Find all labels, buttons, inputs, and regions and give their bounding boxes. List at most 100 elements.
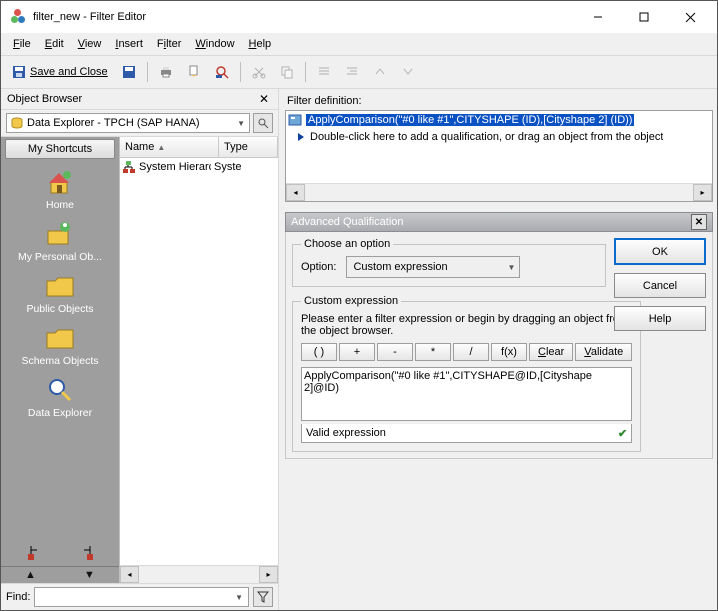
indent-icon — [317, 65, 331, 79]
app-window: filter_new - Filter Editor File Edit Vie… — [0, 0, 718, 611]
menu-help[interactable]: Help — [243, 36, 278, 52]
expression-input[interactable] — [301, 367, 632, 421]
list-hscroll[interactable]: ◂▸ — [120, 565, 278, 583]
shortcuts-scroll: ▲ ▼ — [1, 566, 119, 583]
divide-button[interactable]: / — [453, 343, 489, 361]
shortcuts-down[interactable]: ▼ — [60, 567, 119, 583]
menu-file[interactable]: File — [7, 36, 37, 52]
shortcuts-header[interactable]: My Shortcuts — [5, 139, 115, 159]
find-row: Find: ▼ — [1, 583, 278, 610]
filter-definition-box[interactable]: ApplyComparison("#0 like #1",CITYSHAPE (… — [285, 110, 713, 202]
help-button[interactable]: Help — [614, 306, 706, 331]
copy-button[interactable] — [275, 60, 299, 84]
save-button[interactable] — [117, 60, 141, 84]
close-button[interactable] — [667, 2, 713, 32]
move-up-button[interactable] — [368, 60, 392, 84]
hierarchy-icon — [122, 160, 136, 174]
copy-icon — [280, 65, 294, 79]
qualification-row-selected[interactable]: ApplyComparison("#0 like #1",CITYSHAPE (… — [286, 111, 712, 128]
sidebar-item-personal[interactable]: My Personal Ob... — [1, 219, 119, 263]
find-filter-button[interactable] — [253, 587, 273, 607]
printer-icon — [159, 65, 173, 79]
cancel-button[interactable]: Cancel — [614, 273, 706, 298]
home-icon — [43, 167, 77, 197]
sidebar-item-public[interactable]: Public Objects — [1, 271, 119, 315]
col-name[interactable]: Name▲ — [120, 137, 219, 157]
indent-left-button[interactable] — [312, 60, 336, 84]
filter-editor-panel: Filter definition: ApplyComparison("#0 l… — [279, 89, 717, 610]
menu-insert[interactable]: Insert — [109, 36, 149, 52]
col-type[interactable]: Type — [219, 137, 278, 157]
menu-edit[interactable]: Edit — [39, 36, 70, 52]
find-input[interactable] — [34, 587, 249, 607]
chevron-down-icon — [402, 66, 414, 78]
main-toolbar: Save and Close — [1, 56, 717, 89]
magnifier-icon — [215, 65, 229, 79]
find-label: Find: — [6, 591, 30, 603]
plus-button[interactable]: + — [339, 343, 375, 361]
maximize-button[interactable] — [621, 2, 667, 32]
menu-view[interactable]: View — [72, 36, 108, 52]
scissors-icon — [252, 65, 266, 79]
custom-hint: Please enter a filter expression or begi… — [301, 313, 632, 337]
validation-status: Valid expression ✔ — [301, 424, 632, 443]
clear-button[interactable]: Clear — [529, 343, 573, 361]
browse-button[interactable] — [253, 113, 273, 133]
chevron-up-icon — [374, 66, 386, 78]
sidebar-item-schema[interactable]: Schema Objects — [1, 323, 119, 367]
expression-buttons: ( ) + - * / f(x) Clear Validate — [301, 343, 632, 361]
object-browser-panel: Object Browser ✕ Data Explorer - TPCH (S… — [1, 89, 279, 610]
paren-button[interactable]: ( ) — [301, 343, 337, 361]
minimize-button[interactable] — [575, 2, 621, 32]
funnel-icon — [257, 591, 269, 603]
folder-icon — [43, 271, 77, 301]
panel-close-button[interactable]: ✕ — [256, 92, 272, 106]
personal-icon — [43, 219, 77, 249]
filter-definition-label: Filter definition: — [285, 93, 713, 110]
disk-icon — [122, 65, 136, 79]
menubar: File Edit View Insert Filter Window Help — [1, 33, 717, 56]
advanced-close-button[interactable]: ✕ — [691, 214, 707, 230]
custom-expression-group: Custom expression Please enter a filter … — [292, 295, 641, 452]
minus-button[interactable]: - — [377, 343, 413, 361]
app-icon — [11, 9, 27, 25]
indent-right-button[interactable] — [340, 60, 364, 84]
shortcuts-up[interactable]: ▲ — [1, 567, 60, 583]
choose-option-group: Choose an option Option: Custom expressi… — [292, 238, 606, 287]
explorer-icon — [43, 375, 77, 405]
list-item[interactable]: System Hierarchy Syste — [120, 158, 278, 175]
shortcut-node-icons — [1, 540, 119, 566]
qualification-hint-row[interactable]: Double-click here to add a qualification… — [286, 128, 712, 145]
properties-button[interactable] — [182, 60, 206, 84]
option-label: Option: — [301, 261, 336, 273]
cut-button[interactable] — [247, 60, 271, 84]
advanced-qual-header: Advanced Qualification ✕ — [285, 212, 713, 232]
definition-hscroll[interactable]: ◂ ▸ — [286, 183, 712, 201]
advanced-qual-body: Choose an option Option: Custom expressi… — [285, 232, 713, 459]
menu-window[interactable]: Window — [189, 36, 240, 52]
ok-button[interactable]: OK — [614, 238, 706, 265]
option-select[interactable]: Custom expression ▼ — [346, 256, 520, 278]
filter-square-icon — [288, 114, 302, 126]
save-icon — [12, 65, 26, 79]
fx-button[interactable]: f(x) — [491, 343, 527, 361]
source-combo[interactable]: Data Explorer - TPCH (SAP HANA) ▼ — [6, 113, 250, 133]
outdent-icon — [345, 65, 359, 79]
save-and-close-button[interactable]: Save and Close — [7, 61, 113, 83]
folder-icon — [43, 323, 77, 353]
menu-filter[interactable]: Filter — [151, 36, 187, 52]
move-down-button[interactable] — [396, 60, 420, 84]
database-icon — [11, 117, 23, 129]
triangle-icon — [298, 133, 304, 141]
object-list: Name▲ Type System Hierarchy Syste ◂▸ — [119, 137, 278, 583]
shortcuts-bar: My Shortcuts Home My Personal Ob... Publ… — [1, 137, 119, 566]
multiply-button[interactable]: * — [415, 343, 451, 361]
sidebar-item-explorer[interactable]: Data Explorer — [1, 375, 119, 419]
hand-doc-icon — [187, 65, 201, 79]
print-button[interactable] — [154, 60, 178, 84]
find-tool-button[interactable] — [210, 60, 234, 84]
titlebar: filter_new - Filter Editor — [1, 1, 717, 33]
main-body: Object Browser ✕ Data Explorer - TPCH (S… — [1, 89, 717, 610]
window-title: filter_new - Filter Editor — [33, 11, 146, 23]
sidebar-item-home[interactable]: Home — [1, 167, 119, 211]
